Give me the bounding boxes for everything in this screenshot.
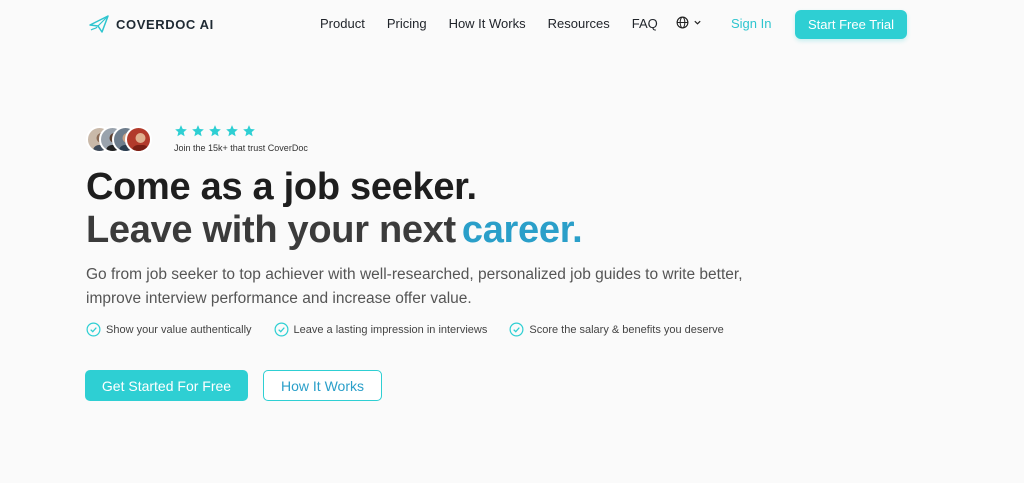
start-free-trial-button[interactable]: Start Free Trial xyxy=(795,10,907,39)
nav-link-pricing[interactable]: Pricing xyxy=(387,16,427,31)
star-icon xyxy=(243,125,255,137)
nav-links: Product Pricing How It Works Resources F… xyxy=(320,16,680,31)
headline-line-2: Leave with your next career. xyxy=(86,209,583,252)
nav-link-resources[interactable]: Resources xyxy=(548,16,610,31)
headline-line-2-text: Leave with your next xyxy=(86,209,456,251)
star-icon xyxy=(226,125,238,137)
feature-label: Leave a lasting impression in interviews xyxy=(293,323,488,336)
star-icon xyxy=(175,125,187,137)
how-it-works-button[interactable]: How It Works xyxy=(263,370,382,401)
feature-item: Score the salary & benefits you deserve xyxy=(509,322,724,337)
chevron-down-icon xyxy=(694,20,701,25)
star-icon xyxy=(209,125,221,137)
nav-link-how-it-works[interactable]: How It Works xyxy=(449,16,526,31)
globe-icon xyxy=(676,16,689,29)
feature-item: Show your value authentically xyxy=(86,322,252,337)
hero-subtext: Go from job seeker to top achiever with … xyxy=(86,266,743,307)
star-icon xyxy=(192,125,204,137)
headline-accent: career. xyxy=(461,209,583,251)
top-navbar: COVERDOC AI Product Pricing How It Works… xyxy=(0,0,1024,50)
headline-line-1: Come as a job seeker. xyxy=(86,166,477,208)
get-started-button[interactable]: Get Started For Free xyxy=(85,370,248,401)
check-circle-icon xyxy=(274,322,289,337)
feature-label: Show your value authentically xyxy=(106,323,252,336)
feature-list: Show your value authentically Leave a la… xyxy=(86,322,724,337)
paper-plane-logo-icon xyxy=(89,15,109,33)
sign-in-link[interactable]: Sign In xyxy=(731,16,771,31)
feature-item: Leave a lasting impression in interviews xyxy=(274,322,488,337)
brand-name: COVERDOC AI xyxy=(116,16,214,32)
user-avatars xyxy=(86,126,152,153)
check-circle-icon xyxy=(509,322,524,337)
trust-text: Join the 15k+ that trust CoverDoc xyxy=(174,143,308,153)
language-selector[interactable] xyxy=(676,16,702,29)
check-circle-icon xyxy=(86,322,101,337)
rating-stars xyxy=(174,124,256,138)
feature-label: Score the salary & benefits you deserve xyxy=(529,323,724,336)
nav-link-faq[interactable]: FAQ xyxy=(632,16,658,31)
nav-link-product[interactable]: Product xyxy=(320,16,365,31)
brand-logo[interactable]: COVERDOC AI xyxy=(88,12,214,36)
avatar xyxy=(125,126,152,153)
